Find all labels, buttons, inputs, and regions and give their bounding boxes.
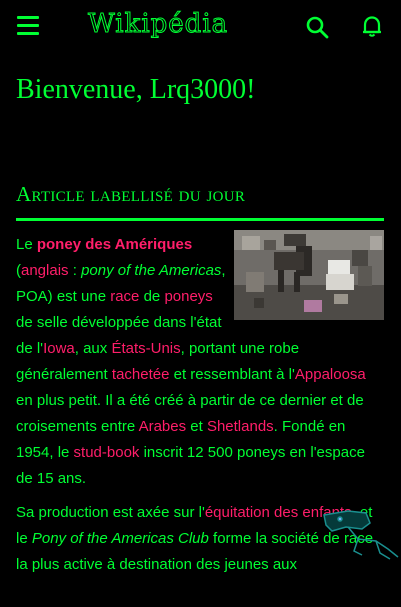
menu-line bbox=[17, 16, 39, 19]
search-icon[interactable] bbox=[305, 15, 329, 39]
menu-line bbox=[17, 24, 39, 27]
link-race[interactable]: race bbox=[110, 288, 139, 305]
link-anglais[interactable]: anglais bbox=[21, 262, 69, 279]
link-arabes[interactable]: Arabes bbox=[139, 418, 187, 435]
italic-text: Pony of the Americas Club bbox=[31, 530, 209, 547]
section-divider bbox=[16, 218, 384, 221]
article-paragraph-1: Le poney des Amériques (anglais : pony of… bbox=[16, 232, 384, 492]
bell-icon[interactable] bbox=[360, 14, 384, 38]
italic-text: pony of the Americas bbox=[81, 262, 222, 279]
text: , aux bbox=[74, 340, 112, 357]
text: de bbox=[139, 288, 165, 305]
text: Sa production est axée sur l' bbox=[16, 504, 205, 521]
top-bar: Wikipédia bbox=[0, 0, 401, 52]
link-poneys[interactable]: poneys bbox=[164, 288, 212, 305]
text: : bbox=[68, 262, 82, 279]
link-stud-book[interactable]: stud-book bbox=[74, 444, 140, 461]
hamburger-menu-icon[interactable] bbox=[17, 16, 39, 36]
image-float-spacer bbox=[234, 230, 384, 320]
text: et ressemblant à l' bbox=[169, 366, 295, 383]
link-etats-unis[interactable]: États-Unis bbox=[111, 340, 180, 357]
link-iowa[interactable]: Iowa bbox=[43, 340, 75, 357]
menu-line bbox=[17, 32, 39, 35]
link-tachetee[interactable]: tachetée bbox=[112, 366, 170, 383]
text: Le bbox=[16, 236, 37, 253]
welcome-heading: Bienvenue, Lrq3000! bbox=[16, 74, 256, 105]
featured-section-title: Article labellisé du jour bbox=[16, 182, 246, 206]
link-appaloosa[interactable]: Appaloosa bbox=[295, 366, 366, 383]
wikipedia-logo[interactable]: Wikipédia bbox=[88, 6, 258, 42]
link-shetlands[interactable]: Shetlands bbox=[207, 418, 274, 435]
pixel-mascot-icon bbox=[323, 510, 399, 560]
link-poney-des-ameriques[interactable]: poney des Amériques bbox=[37, 236, 192, 253]
text: et bbox=[186, 418, 207, 435]
link-text: poney des Amériques bbox=[36, 236, 193, 253]
